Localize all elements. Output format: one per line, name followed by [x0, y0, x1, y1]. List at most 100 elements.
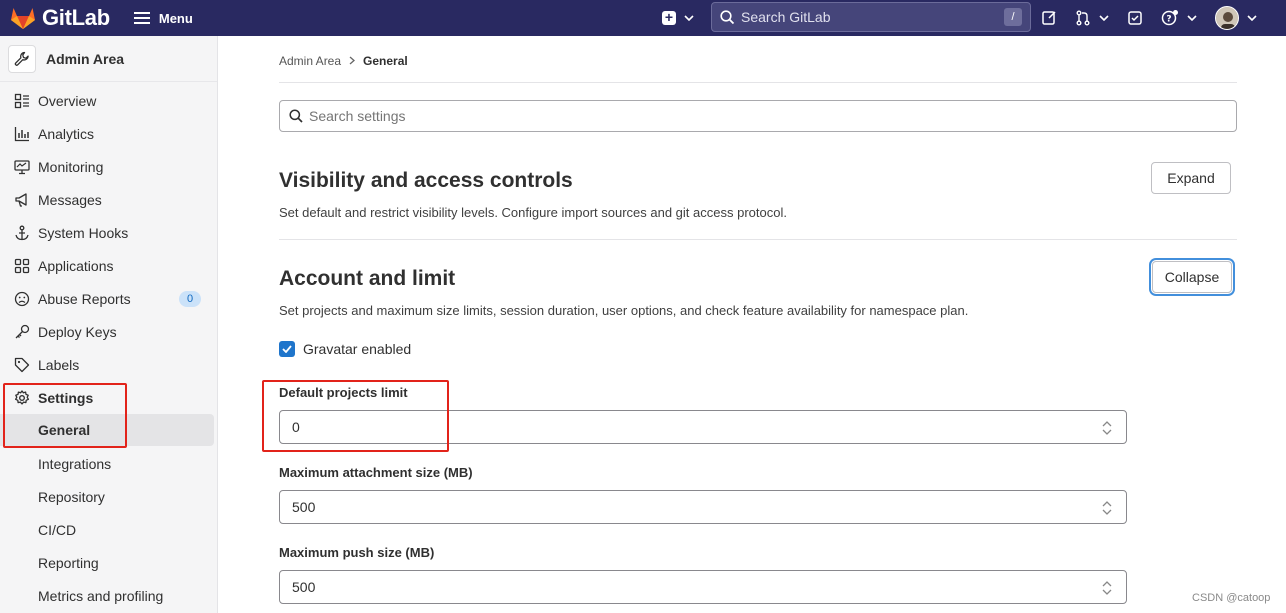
sidebar-item-analytics[interactable]: Analytics — [0, 118, 214, 150]
sidebar-subitem-integrations[interactable]: Integrations — [0, 448, 214, 480]
search-icon — [289, 109, 303, 123]
avatar — [1215, 6, 1239, 30]
sidebar-item-label: System Hooks — [38, 225, 129, 241]
max-push-size-label: Maximum push size (MB) — [279, 545, 435, 560]
applications-icon — [13, 258, 31, 274]
sidebar-item-applications[interactable]: Applications — [0, 250, 214, 282]
svg-text:?: ? — [1166, 15, 1171, 25]
monitor-icon — [13, 159, 31, 175]
annotation-highlight-box — [262, 380, 449, 452]
breadcrumb-current: General — [363, 54, 408, 68]
sidebar-item-label: Analytics — [38, 126, 95, 142]
watermark-text: CSDN @catoop — [1192, 592, 1271, 604]
gravatar-label: Gravatar enabled — [303, 341, 412, 357]
plus-square-icon: + — [662, 10, 676, 25]
max-attachment-size-label: Maximum attachment size (MB) — [279, 465, 473, 480]
sidebar-item-label: Deploy Keys — [38, 324, 117, 340]
chevron-down-icon — [1187, 15, 1197, 21]
gitlab-logo[interactable]: GitLab — [10, 5, 110, 31]
sidebar-item-monitoring[interactable]: Monitoring — [0, 151, 214, 183]
number-spinner-icon[interactable] — [1100, 499, 1114, 517]
section-divider — [279, 239, 1237, 240]
expand-button[interactable]: Expand — [1151, 162, 1231, 194]
sidebar-context-title: Admin Area — [46, 50, 125, 67]
number-spinner-icon[interactable] — [1100, 419, 1114, 437]
input-value: 500 — [292, 579, 316, 595]
sidebar-subitem-ci-cd[interactable]: CI/CD — [0, 514, 214, 546]
breadcrumb-divider — [279, 82, 1237, 83]
annotation-highlight-box — [3, 383, 127, 448]
account-section-title: Account and limit — [279, 267, 456, 290]
merge-request-icon — [1076, 10, 1090, 26]
help-icon: ? — [1161, 10, 1178, 26]
sidebar-subitem-label: Reporting — [38, 555, 99, 571]
sidebar-subitem-label: CI/CD — [38, 522, 77, 538]
chevron-down-icon — [684, 15, 694, 21]
sidebar-item-labels[interactable]: Labels — [0, 349, 214, 381]
chart-icon — [13, 126, 31, 142]
admin-wrench-icon — [8, 44, 36, 73]
brand-name: GitLab — [42, 5, 110, 30]
visibility-section-title: Visibility and access controls — [279, 169, 573, 192]
chevron-down-icon — [1099, 15, 1109, 21]
search-placeholder: Search GitLab — [741, 9, 831, 25]
key-icon — [13, 324, 31, 340]
breadcrumb-parent-link[interactable]: Admin Area — [279, 54, 341, 68]
collapse-button[interactable]: Collapse — [1152, 261, 1232, 293]
sidebar-item-system-hooks[interactable]: System Hooks — [0, 217, 214, 249]
sidebar-item-overview[interactable]: Overview — [0, 85, 214, 117]
sidebar-subitem-metrics[interactable]: Metrics and profiling — [0, 580, 214, 612]
sidebar-item-deploy-keys[interactable]: Deploy Keys — [0, 316, 214, 348]
search-icon — [720, 9, 735, 24]
abuse-icon — [13, 291, 31, 307]
sidebar-subitem-label: Integrations — [38, 456, 112, 472]
abuse-reports-count-badge: 0 — [179, 291, 201, 307]
search-gitlab-input[interactable]: Search GitLab / — [711, 2, 1031, 32]
anchor-icon — [13, 225, 31, 241]
search-shortcut-badge: / — [1004, 8, 1022, 26]
overview-icon — [13, 93, 31, 109]
sidebar-context-header[interactable]: Admin Area — [0, 36, 217, 82]
menu-label: Menu — [158, 10, 193, 26]
sidebar-item-label: Labels — [38, 357, 80, 373]
gravatar-checkbox-row[interactable]: Gravatar enabled — [279, 341, 411, 357]
sidebar-item-label: Applications — [38, 258, 114, 274]
visibility-section-description: Set default and restrict visibility leve… — [279, 205, 787, 220]
input-value: 500 — [292, 499, 316, 515]
sidebar-item-abuse-reports[interactable]: Abuse Reports 0 — [0, 283, 214, 315]
gravatar-checkbox[interactable] — [279, 341, 295, 357]
sidebar-item-label: Monitoring — [38, 159, 104, 175]
issues-icon — [1042, 11, 1056, 25]
sidebar-subitem-label: Repository — [38, 489, 105, 505]
issues-nav-button[interactable] — [1041, 10, 1057, 26]
chevron-right-icon — [349, 54, 356, 68]
todos-nav-button[interactable] — [1127, 10, 1143, 26]
top-navbar: GitLab Menu + Search GitLab / ? — [0, 0, 1286, 36]
sidebar-subitem-repository[interactable]: Repository — [0, 481, 214, 513]
breadcrumb: Admin Area General — [279, 54, 408, 68]
search-settings-placeholder: Search settings — [309, 108, 406, 124]
sidebar-subitem-reporting[interactable]: Reporting — [0, 547, 214, 579]
todo-icon — [1128, 11, 1142, 25]
menu-button[interactable]: Menu — [133, 10, 193, 26]
new-dropdown[interactable]: + — [662, 0, 694, 36]
chevron-down-icon — [1247, 15, 1257, 21]
bullhorn-icon — [13, 192, 31, 208]
number-spinner-icon[interactable] — [1100, 579, 1114, 597]
sidebar-subitem-label: Metrics and profiling — [38, 588, 164, 604]
max-attachment-size-input[interactable]: 500 — [279, 490, 1127, 524]
merge-requests-nav-button[interactable] — [1075, 10, 1109, 26]
account-section-description: Set projects and maximum size limits, se… — [279, 303, 969, 318]
check-icon — [282, 345, 292, 353]
sidebar: Admin Area Overview Analytics Monitoring… — [0, 36, 218, 613]
sidebar-item-label: Overview — [38, 93, 97, 109]
search-settings-input[interactable]: Search settings — [279, 100, 1237, 132]
tanuki-icon — [11, 8, 35, 29]
sidebar-item-messages[interactable]: Messages — [0, 184, 214, 216]
max-push-size-input[interactable]: 500 — [279, 570, 1127, 604]
sidebar-item-label: Abuse Reports — [38, 291, 131, 307]
user-menu-button[interactable] — [1215, 6, 1257, 30]
label-icon — [13, 357, 31, 373]
hamburger-icon — [133, 12, 150, 24]
help-nav-button[interactable]: ? — [1161, 9, 1197, 27]
